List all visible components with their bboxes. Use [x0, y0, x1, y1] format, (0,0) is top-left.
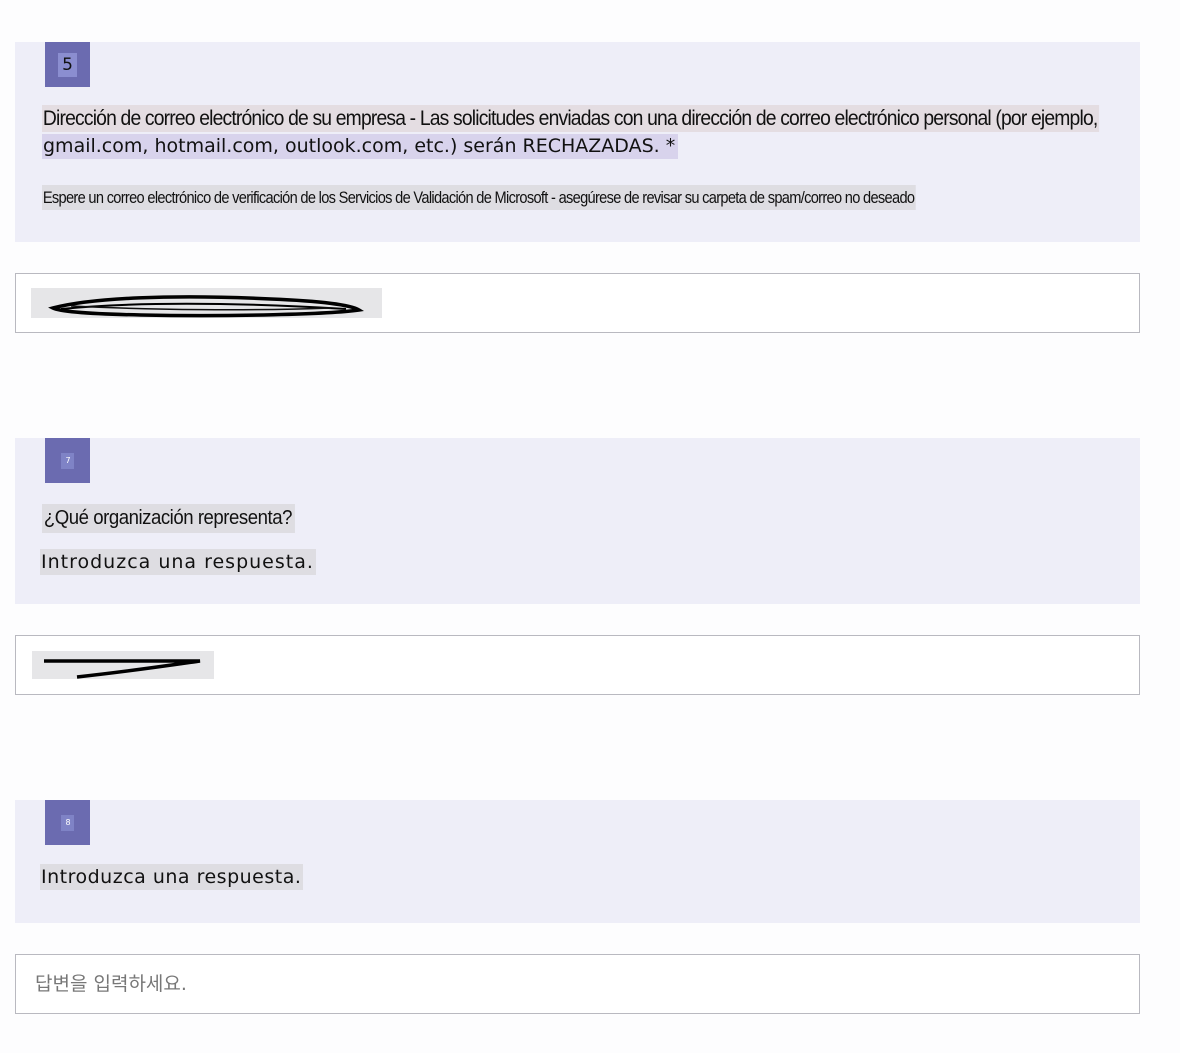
scribble-graphic [44, 659, 201, 679]
question-number-badge: 8 [45, 800, 90, 845]
answer-field-text[interactable] [15, 954, 1140, 1014]
question-hint-wrap: Introduzca una respuesta. [40, 549, 316, 575]
question-title: ¿Qué organización representa? [42, 504, 295, 533]
redacted-answer-scribble [31, 288, 382, 318]
question-subtitle: Espere un correo electrónico de verifica… [42, 185, 917, 210]
question-hint: Introduzca una respuesta. [40, 864, 304, 890]
question-subtitle-wrap: Espere un correo electrónico de verifica… [42, 185, 1058, 210]
question-title-wrap: ¿Qué organización representa? [42, 504, 314, 533]
question-8-header: 8 Introduzca una respuesta. [15, 800, 1140, 923]
question-title-line-1: Dirección de correo electrónico de su em… [42, 105, 1100, 132]
question-number: 5 [58, 52, 77, 77]
question-title: Dirección de correo electrónico de su em… [42, 105, 1180, 159]
question-number-badge: 7 [45, 438, 90, 483]
scribble-graphic [48, 295, 365, 318]
form-page: 5 Dirección de correo electrónico de su … [0, 0, 1180, 1053]
question-number-badge: 5 [45, 42, 90, 87]
question-hint-wrap: Introduzca una respuesta. [40, 864, 304, 890]
redacted-answer-scribble [32, 651, 214, 679]
question-7-header: 7 ¿Qué organización representa? Introduz… [15, 438, 1140, 604]
question-hint: Introduzca una respuesta. [40, 549, 316, 575]
question-number: 7 [61, 452, 74, 469]
answer-field-email[interactable] [15, 273, 1140, 333]
question-number: 8 [61, 814, 74, 831]
answer-input[interactable] [16, 955, 1139, 1013]
answer-field-organization[interactable] [15, 635, 1140, 695]
question-title-line-2: gmail.com, hotmail.com, outlook.com, etc… [42, 134, 679, 159]
question-5-header: 5 Dirección de correo electrónico de su … [15, 42, 1140, 242]
